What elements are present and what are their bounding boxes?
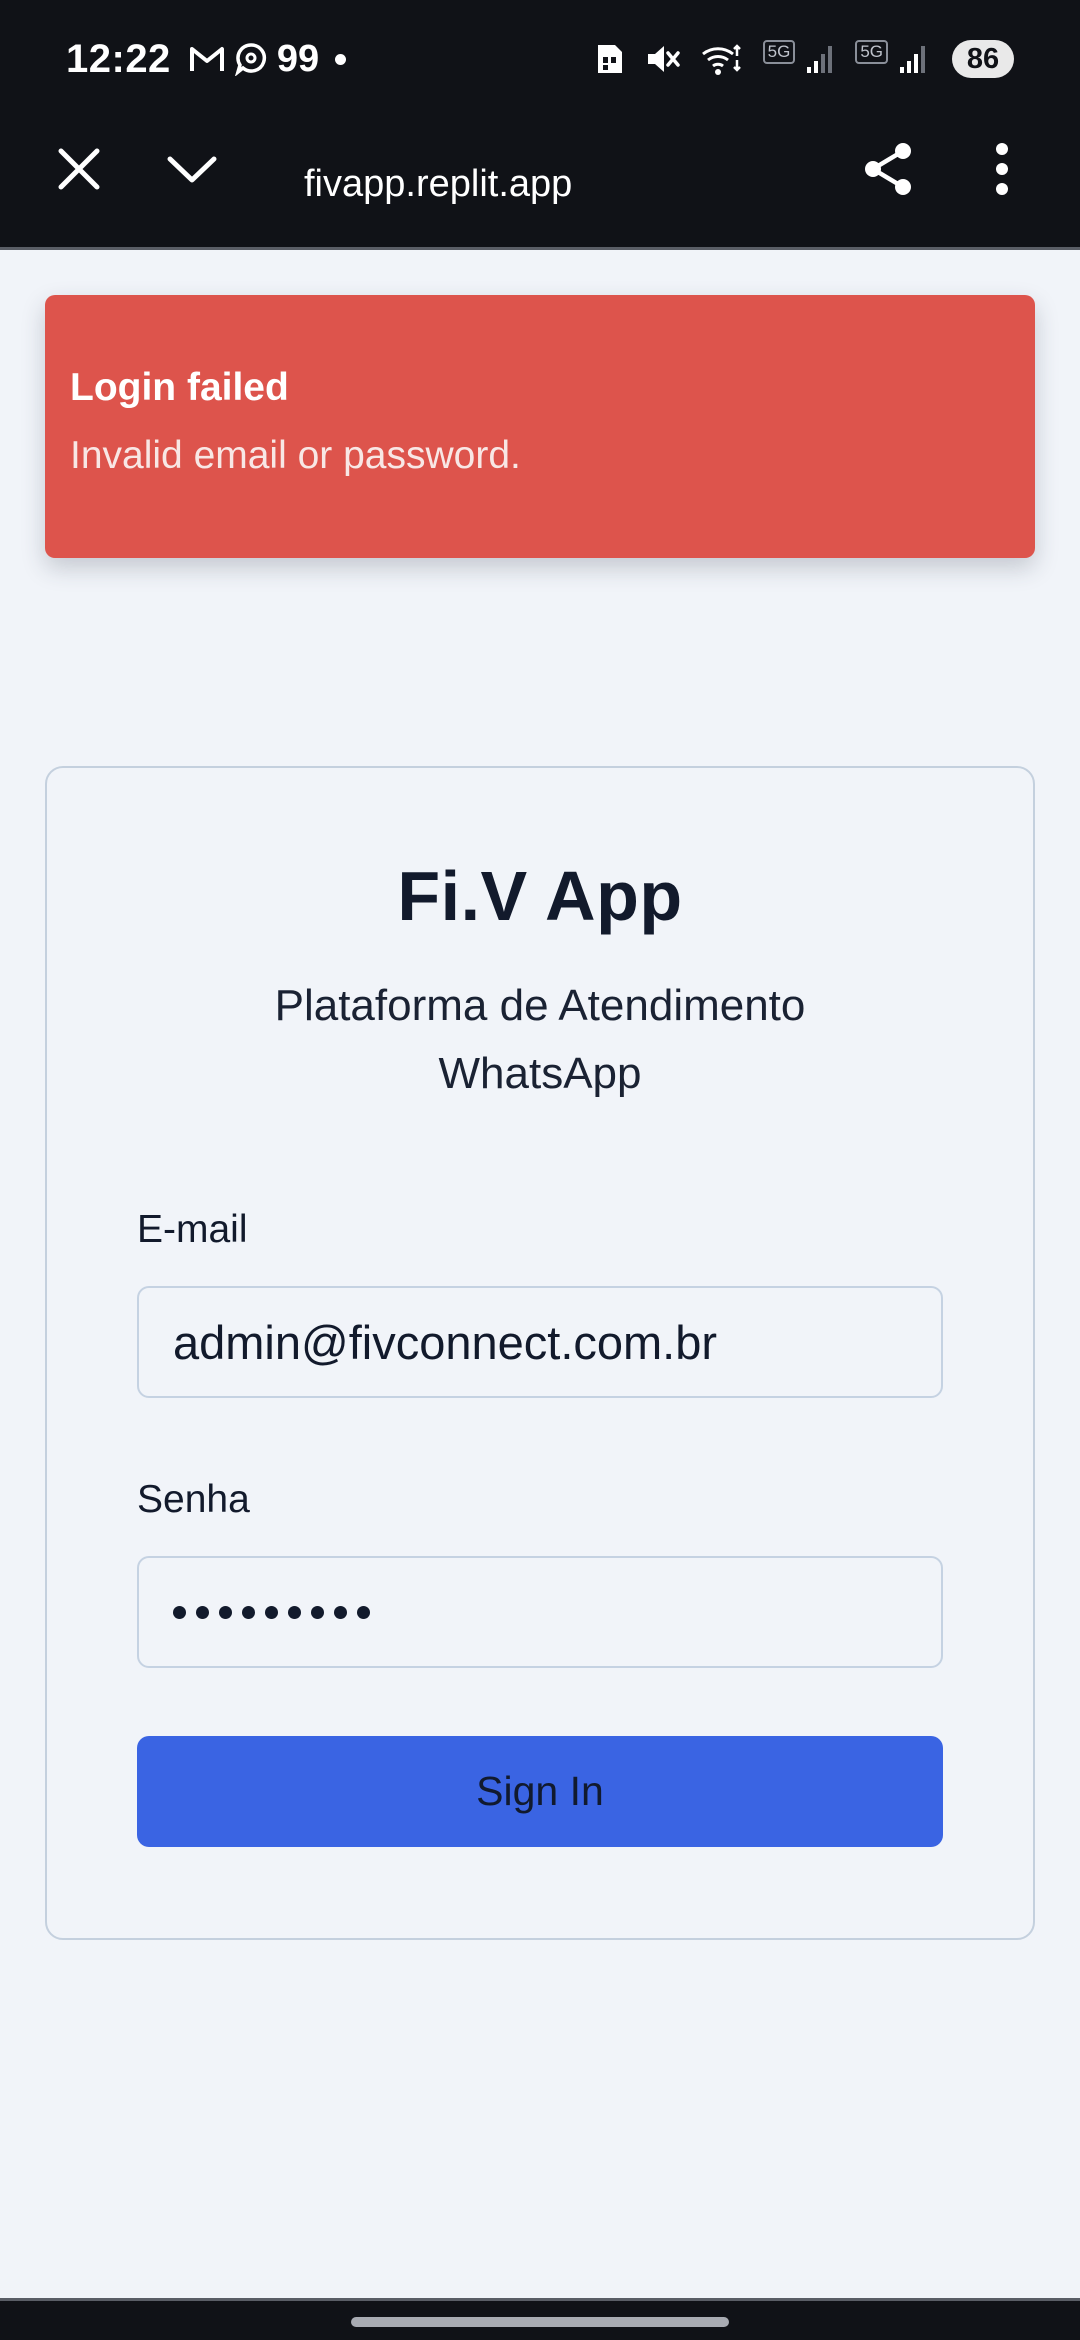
password-dot — [242, 1605, 255, 1619]
toast-message: Invalid email or password. — [70, 434, 521, 477]
app-subtitle-line-2: WhatsApp — [438, 1049, 642, 1098]
app-subtitle-line-1: Plataforma de Atendimento — [274, 981, 806, 1030]
password-dot — [265, 1605, 278, 1619]
close-button[interactable] — [39, 131, 119, 211]
more-vert-icon — [994, 142, 1010, 200]
status-left: 12:22 99 — [66, 32, 347, 86]
wifi-icon — [701, 42, 743, 76]
browser-toolbar: fivapp.replit.app — [0, 118, 1080, 250]
email-label: E-mail — [137, 1208, 248, 1251]
app-subtitle: Plataforma de Atendimento WhatsApp — [0, 972, 1080, 1108]
home-indicator[interactable] — [351, 2317, 729, 2327]
password-dot — [311, 1605, 324, 1619]
network-5g-tag-2: 5G — [855, 40, 888, 64]
password-field[interactable] — [137, 1556, 943, 1668]
more-notifications-dot — [335, 53, 347, 65]
network-5g-tag: 5G — [762, 40, 796, 64]
password-dot — [219, 1605, 232, 1619]
mute-icon — [645, 42, 681, 76]
password-dot — [334, 1605, 347, 1619]
gmail-icon — [189, 44, 225, 74]
sign-in-button[interactable]: Sign In — [137, 1736, 943, 1847]
collapse-button[interactable] — [152, 131, 232, 211]
password-label: Senha — [137, 1478, 250, 1521]
app-title: Fi.V App — [397, 857, 683, 935]
sim-card-icon — [595, 42, 625, 76]
status-bar: 12:22 99 5G 5G 86 — [0, 0, 1080, 118]
close-icon — [57, 147, 101, 196]
signal-strength-icon-2 — [898, 43, 928, 75]
signal-strength-icon — [805, 43, 835, 75]
navigation-bar — [0, 2298, 1080, 2340]
share-icon — [860, 141, 916, 202]
password-dot — [357, 1605, 370, 1619]
notification-count: 99 — [276, 37, 320, 80]
chevron-down-icon — [166, 153, 218, 190]
share-button[interactable] — [848, 131, 928, 211]
status-right: 5G 5G 86 — [595, 32, 1014, 86]
password-dot — [173, 1605, 186, 1619]
error-toast[interactable] — [45, 295, 1035, 558]
password-dot — [288, 1605, 301, 1619]
status-time: 12:22 — [66, 36, 171, 81]
battery-indicator: 86 — [952, 40, 1014, 78]
email-field[interactable] — [137, 1286, 943, 1398]
more-options-button[interactable] — [962, 131, 1042, 211]
password-dot — [196, 1605, 209, 1619]
message-bubble-icon — [234, 42, 267, 76]
toast-title: Login failed — [70, 366, 289, 409]
url-display[interactable]: fivapp.replit.app — [304, 144, 572, 224]
